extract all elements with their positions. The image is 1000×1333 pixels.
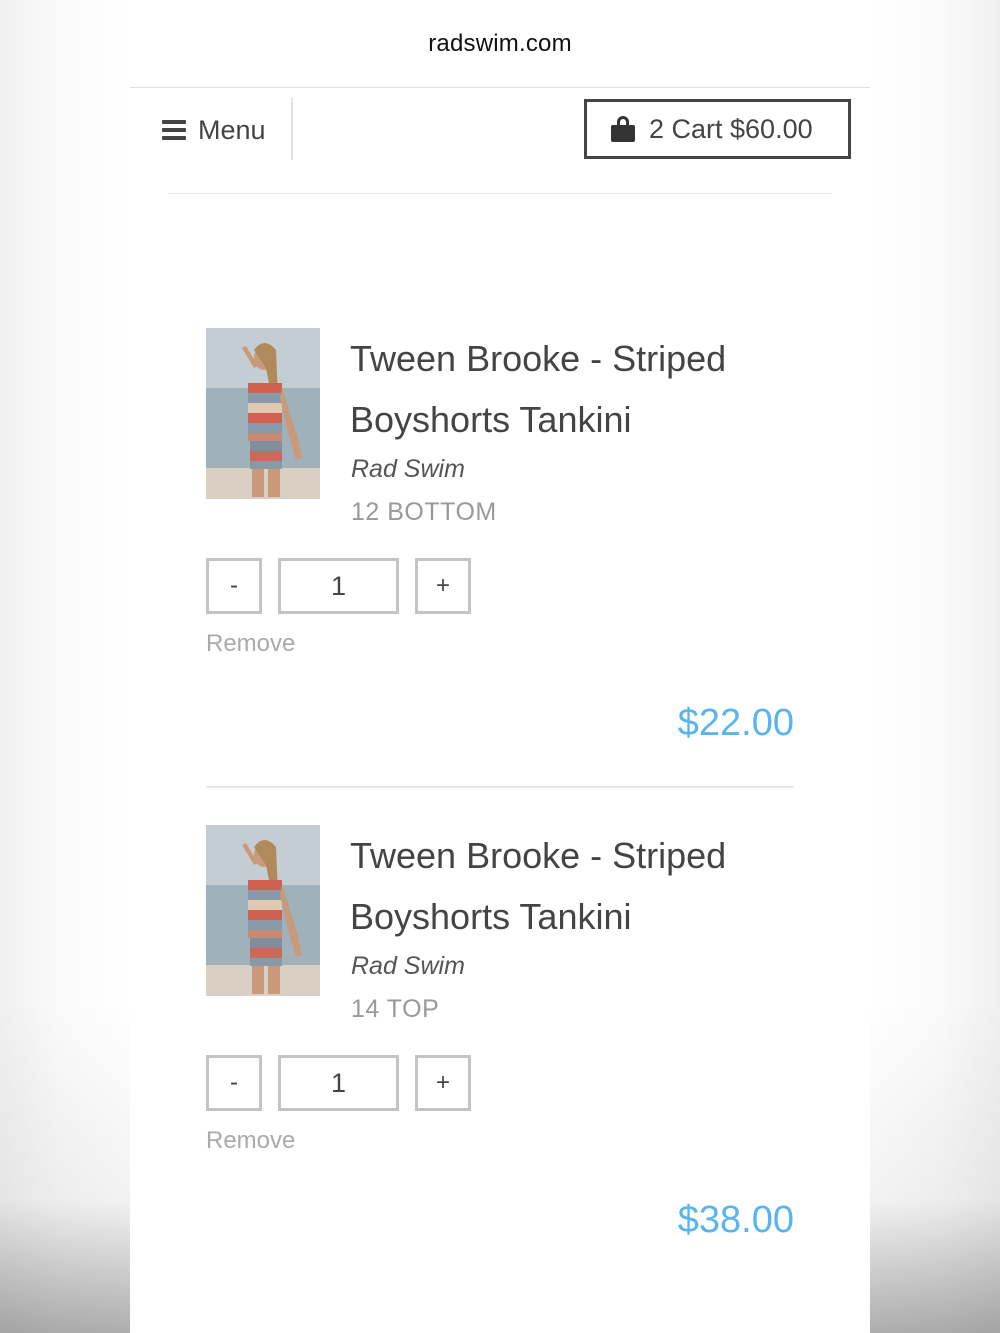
product-title[interactable]: Tween Brooke - Striped Boyshorts Tankini — [350, 328, 770, 450]
product-variant: 12 BOTTOM — [351, 498, 497, 526]
remove-link[interactable]: Remove — [206, 630, 295, 658]
remove-link[interactable]: Remove — [206, 1127, 295, 1155]
hamburger-icon — [162, 120, 186, 140]
product-thumbnail[interactable] — [206, 328, 320, 499]
shopping-bag-icon — [611, 116, 635, 142]
url-bar[interactable]: radswim.com — [130, 0, 870, 88]
product-vendor: Rad Swim — [351, 952, 465, 980]
menu-label: Menu — [198, 114, 266, 145]
cart-label: 2 Cart $60.00 — [649, 113, 813, 144]
cart-button[interactable]: 2 Cart $60.00 — [584, 99, 851, 159]
product-thumbnail[interactable] — [206, 825, 320, 996]
header-divider — [291, 98, 293, 160]
product-vendor: Rad Swim — [351, 455, 465, 483]
header-rule — [168, 193, 832, 194]
quantity-input[interactable]: 1 — [278, 558, 399, 614]
product-variant: 14 TOP — [351, 995, 440, 1023]
page: radswim.com Menu 2 Cart $60.00 Tween Bro… — [130, 0, 870, 1333]
quantity-increase-button[interactable]: + — [415, 1055, 471, 1111]
line-price: $38.00 — [677, 1199, 794, 1241]
quantity-increase-button[interactable]: + — [415, 558, 471, 614]
item-divider — [206, 786, 794, 788]
product-title[interactable]: Tween Brooke - Striped Boyshorts Tankini — [350, 825, 770, 947]
site-header: Menu 2 Cart $60.00 — [130, 88, 870, 194]
quantity-input[interactable]: 1 — [278, 1055, 399, 1111]
url-text: radswim.com — [428, 29, 572, 57]
quantity-decrease-button[interactable]: - — [206, 1055, 262, 1111]
line-price: $22.00 — [677, 702, 794, 744]
menu-button[interactable]: Menu — [162, 114, 266, 146]
quantity-decrease-button[interactable]: - — [206, 558, 262, 614]
